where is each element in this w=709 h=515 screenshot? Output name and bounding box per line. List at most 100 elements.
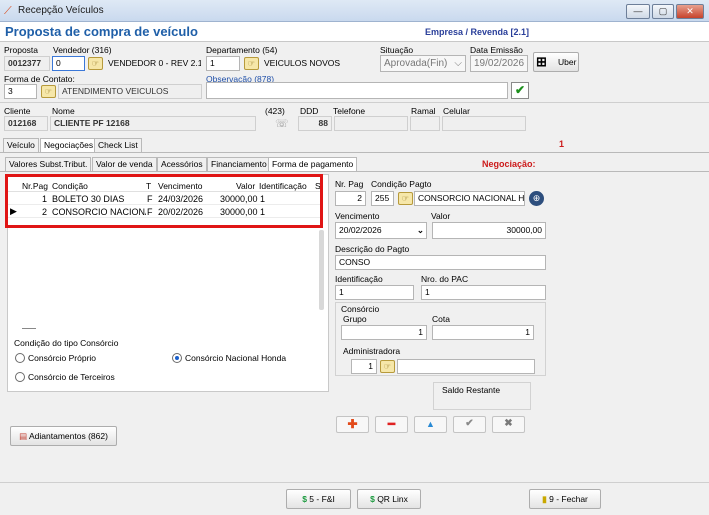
situacao-select[interactable]: Aprovada(Fin) ⌵: [380, 55, 466, 72]
vendedor-code-input[interactable]: 0: [52, 56, 85, 71]
fi-button[interactable]: $ 5 - F&I: [286, 489, 351, 509]
radio-consorcio-honda[interactable]: [172, 353, 182, 363]
bottom-divider: [0, 482, 709, 483]
confirm-button[interactable]: ✔: [453, 416, 486, 433]
ident-field[interactable]: 1: [335, 285, 414, 300]
tab-valores-subst[interactable]: Valores Subst.Tribut.: [5, 157, 92, 171]
departamento-code-input[interactable]: 1: [206, 56, 240, 71]
data-emissao-field: 19/02/2026: [470, 55, 528, 72]
departamento-lookup-icon[interactable]: ☞: [244, 57, 259, 70]
chevron-down-icon: ⌄: [416, 225, 424, 235]
cota-label: Cota: [432, 314, 450, 324]
situacao-label: Situação: [380, 45, 414, 55]
proposta-field: 0012377: [4, 56, 50, 71]
forma-contato-lookup-icon[interactable]: ☞: [41, 85, 56, 98]
situacao-value: Aprovada(Fin): [384, 58, 448, 69]
phone-icon[interactable]: ☏: [275, 117, 289, 130]
pac-field[interactable]: 1: [421, 285, 546, 300]
radio-consorcio-terceiros[interactable]: [15, 372, 25, 382]
cliente-field: 012168: [4, 116, 48, 131]
adiantamentos-button[interactable]: ▤ Adiantamentos (862): [10, 426, 117, 446]
tab-negociacoes[interactable]: Negociações: [40, 138, 98, 152]
cota-field[interactable]: 1: [432, 325, 534, 340]
tab-check-list[interactable]: Check List: [94, 138, 142, 152]
cond-name-field: CONSORCIO NACIONAL HON: [414, 191, 525, 206]
tab-valor-venda[interactable]: Valor de venda: [92, 157, 157, 171]
sub-tabs: Valores Subst.Tribut. Valor de venda Ace…: [0, 157, 709, 171]
consorcio-label: Consórcio: [341, 304, 380, 314]
consorcio-tipo-label: Condição do tipo Consórcio: [14, 338, 119, 348]
venc-label: Vencimento: [335, 211, 380, 221]
maximize-button[interactable]: ▢: [652, 4, 674, 19]
valor-label: Valor: [431, 211, 451, 221]
money-icon: ▤: [19, 431, 28, 441]
ddd-label: DDD: [300, 106, 319, 116]
minimize-button[interactable]: —: [626, 4, 650, 19]
cond-code-input[interactable]: 255: [371, 191, 394, 206]
cliente-label: Cliente: [4, 106, 31, 116]
grupo-field[interactable]: 1: [341, 325, 427, 340]
forma-contato-label: Forma de Contato:: [4, 74, 75, 84]
remove-button[interactable]: ━: [375, 416, 408, 433]
admin-code-input[interactable]: 1: [351, 359, 377, 374]
tab-forma-pagamento[interactable]: Forma de pagamento: [268, 157, 358, 171]
page-title: Proposta de compra de veículo: [5, 24, 198, 39]
add-button[interactable]: ✚: [336, 416, 369, 433]
telefone-label: Telefone: [333, 106, 366, 116]
fi-label: 5 - F&I: [309, 494, 335, 504]
grid-scrollbar[interactable]: [319, 230, 324, 310]
vendedor-label: Vendedor (316): [53, 45, 112, 55]
valor-field[interactable]: 30000,00: [432, 222, 546, 239]
venc-value: 20/02/2026: [339, 225, 382, 235]
opt-consorcio-honda: Consórcio Nacional Honda: [185, 353, 287, 363]
cond-label: Condição Pagto: [371, 179, 432, 189]
forma-contato-code-input[interactable]: 3: [4, 84, 37, 99]
page-header: Proposta de compra de veículo Empresa / …: [0, 22, 709, 42]
globe-icon[interactable]: ⊕: [529, 191, 544, 206]
qr-linx-button[interactable]: $ QR Linx: [357, 489, 421, 509]
departamento-label: Departamento (54): [206, 45, 278, 55]
qr-linx-label: QR Linx: [377, 494, 408, 504]
tab-veiculo[interactable]: Veículo: [3, 138, 39, 152]
tab-acessorios[interactable]: Acessórios: [157, 157, 207, 171]
pac-label: Nro. do PAC: [421, 274, 469, 284]
fechar-button[interactable]: ▮ 9 - Fechar: [529, 489, 601, 509]
grid-hscroll[interactable]: [22, 328, 36, 329]
consorcio-tipo-group: Condição do tipo Consórcio Consórcio Pró…: [9, 338, 326, 390]
divider: [0, 102, 709, 103]
close-button[interactable]: ✕: [676, 4, 704, 19]
dollar-icon: $: [370, 494, 375, 504]
uber-button[interactable]: ⊞ Uber: [533, 52, 579, 72]
window-title: Recepção Veículos: [18, 5, 104, 16]
uber-icon: ⊞: [536, 54, 547, 69]
ddd-field: 88: [298, 116, 332, 131]
confirm-check-icon[interactable]: ✔: [511, 82, 529, 99]
badge-count: 1: [559, 139, 565, 149]
admin-name-field: [397, 359, 535, 374]
chevron-down-icon: ⌵: [454, 58, 462, 69]
observacao-input[interactable]: [206, 82, 508, 99]
fechar-label: 9 - Fechar: [549, 494, 588, 504]
vendedor-lookup-icon[interactable]: ☞: [88, 57, 103, 70]
cancel-button[interactable]: ✖: [492, 416, 525, 433]
cond-lookup-icon[interactable]: ☞: [398, 192, 413, 205]
tab-financiamento[interactable]: Financiamento: [207, 157, 271, 171]
admin-label: Administradora: [343, 346, 401, 356]
nrpag-field[interactable]: 2: [335, 191, 366, 206]
opt-consorcio-proprio: Consórcio Próprio: [28, 353, 97, 363]
main-tabs: Veículo Negociações Check List 1: [0, 138, 709, 152]
desc-field[interactable]: CONSO: [335, 255, 546, 270]
app-icon: ⟋: [4, 5, 12, 17]
opt-consorcio-terceiros: Consórcio de Terceiros: [28, 372, 115, 382]
ident-label: Identificação: [335, 274, 383, 284]
admin-lookup-icon[interactable]: ☞: [380, 360, 395, 373]
forma-contato-name: ATENDIMENTO VEICULOS: [58, 84, 202, 99]
nome-field: CLIENTE PF 12168: [50, 116, 256, 131]
venc-select[interactable]: 20/02/2026 ⌄: [335, 222, 427, 239]
consorcio-group: Consórcio Grupo Cota 1 1 Administradora …: [335, 302, 546, 376]
move-up-button[interactable]: ▲: [414, 416, 447, 433]
telefone-field: [334, 116, 408, 131]
negociacao-label: Negociação:: [482, 159, 536, 169]
radio-consorcio-proprio[interactable]: [15, 353, 25, 363]
nrpag-label: Nr. Pag: [335, 179, 364, 189]
